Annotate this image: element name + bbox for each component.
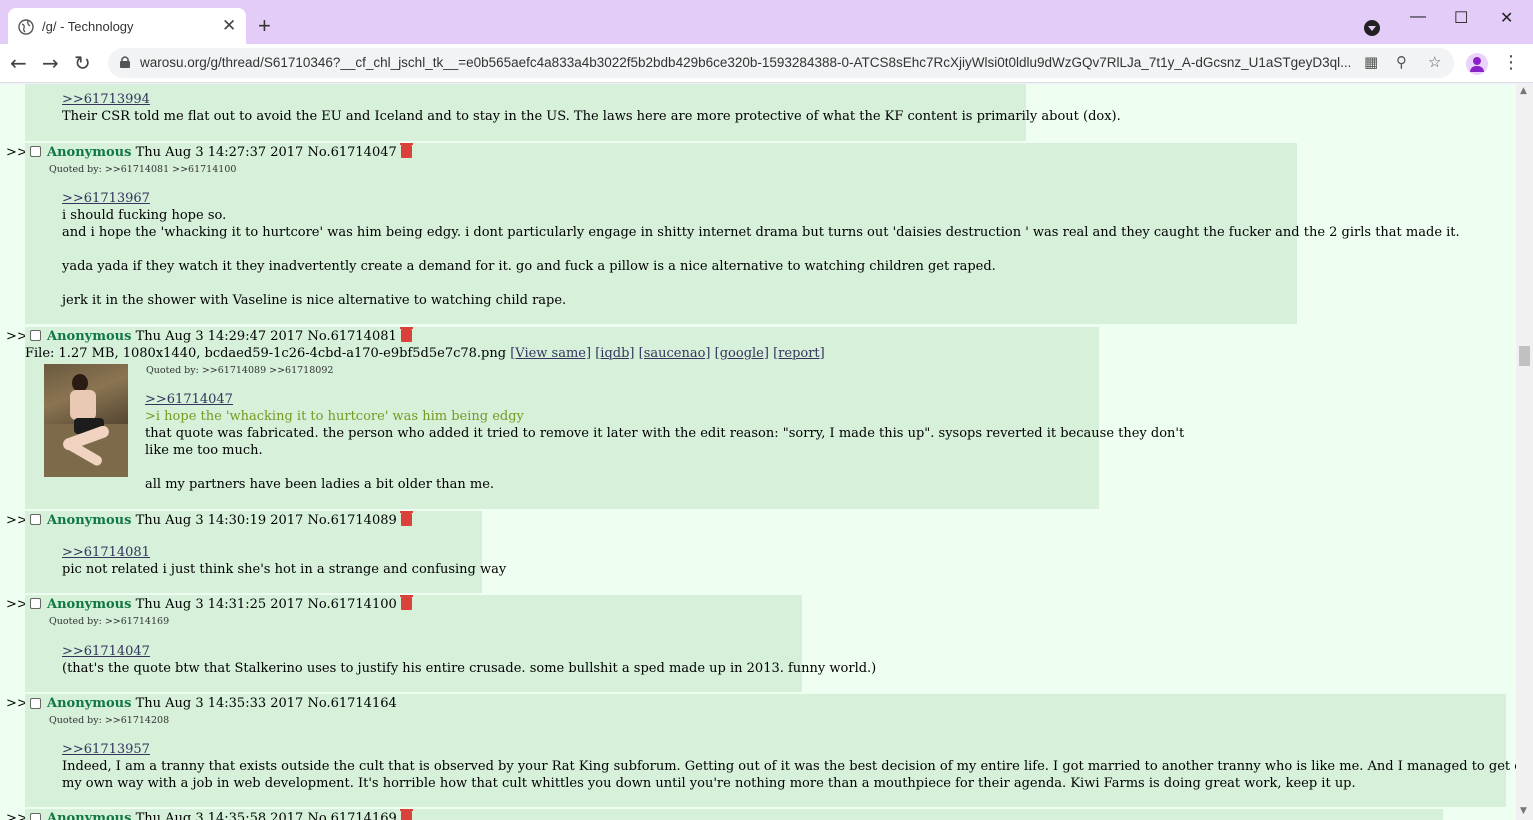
browser-toolbar: ← → ↻ warosu.org/g/thread/S61710346?__cf… xyxy=(0,44,1533,83)
post-header: Anonymous Thu Aug 3 14:35:58 2017 No.617… xyxy=(47,809,413,820)
post-partial: >>61713994 Their CSR told me flat out to… xyxy=(25,84,1121,141)
poster-name: Anonymous xyxy=(47,513,132,528)
window-close-button[interactable]: ✕ xyxy=(1500,8,1513,28)
post-number[interactable]: No.61714100 xyxy=(307,597,396,612)
thread-page: >>61713994 Their CSR told me flat out to… xyxy=(0,84,1516,820)
post-date: Thu Aug 3 14:35:33 2017 xyxy=(135,696,304,711)
quoted-by[interactable]: Quoted by: >>61714081 >>61714100 xyxy=(49,164,236,175)
file-info: File: 1.27 MB, 1080x1440, bcdaed59-1c26-… xyxy=(25,346,825,361)
view-same-link[interactable]: [View same] xyxy=(510,346,591,361)
post-text-line: pic not related i just think she's hot i… xyxy=(62,562,507,577)
poster-name: Anonymous xyxy=(47,597,132,612)
post-text: Their CSR told me flat out to avoid the … xyxy=(62,109,1121,124)
post-checkbox[interactable] xyxy=(30,146,41,157)
poster-name: Anonymous xyxy=(47,329,132,344)
post-header: Anonymous Thu Aug 3 14:29:47 2017 No.617… xyxy=(47,327,413,344)
zoom-icon[interactable]: ⚲ xyxy=(1396,53,1407,71)
quote-link[interactable]: >>61714047 xyxy=(62,644,150,659)
tab-search-icon[interactable] xyxy=(1364,20,1380,36)
post-number[interactable]: No.61714164 xyxy=(307,696,396,711)
quoted-by[interactable]: Quoted by: >>61714089 >>61718092 xyxy=(146,365,333,376)
post-number[interactable]: No.61714047 xyxy=(307,145,396,160)
trash-icon[interactable] xyxy=(399,595,413,610)
post-text-line: and i hope the 'whacking it to hurtcore'… xyxy=(62,225,1460,240)
trash-icon[interactable] xyxy=(399,809,413,820)
post-text-line: yada yada if they watch it they inadvert… xyxy=(62,259,996,274)
quoted-by[interactable]: Quoted by: >>61714169 xyxy=(49,616,169,627)
tab-strip: /g/ - Technology ✕ + — ☐ ✕ xyxy=(0,0,1533,44)
post-text-line: Indeed, I am a tranny that exists outsid… xyxy=(62,759,1516,774)
post-checkbox[interactable] xyxy=(30,330,41,341)
post-header: Anonymous Thu Aug 3 14:27:37 2017 No.617… xyxy=(47,143,413,160)
post-checkbox[interactable] xyxy=(30,598,41,609)
post-header: Anonymous Thu Aug 3 14:30:19 2017 No.617… xyxy=(47,511,413,528)
quote-link[interactable]: >>61713967 xyxy=(62,191,150,206)
poster-name: Anonymous xyxy=(47,811,132,820)
quote-link[interactable]: >>61714047 xyxy=(145,392,233,407)
scrollbar-thumb[interactable] xyxy=(1519,346,1530,366)
iqdb-link[interactable]: [iqdb] xyxy=(595,346,634,361)
new-tab-button[interactable]: + xyxy=(258,15,271,37)
quote-link[interactable]: >>61713957 xyxy=(62,742,150,757)
poster-name: Anonymous xyxy=(47,145,132,160)
trash-icon[interactable] xyxy=(399,143,413,158)
minimize-button[interactable]: — xyxy=(1410,8,1426,26)
post-text-line: that quote was fabricated. the person wh… xyxy=(145,426,1185,441)
greentext: >i hope the 'whacking it to hurtcore' wa… xyxy=(145,409,524,424)
trash-icon[interactable] xyxy=(399,327,413,342)
translate-icon[interactable]: ▦ xyxy=(1364,53,1378,71)
post-header: Anonymous Thu Aug 3 14:31:25 2017 No.617… xyxy=(47,595,413,612)
quoted-by[interactable]: Quoted by: >>61714208 xyxy=(49,715,169,726)
post-number[interactable]: No.61714169 xyxy=(307,811,396,820)
post-date: Thu Aug 3 14:29:47 2017 xyxy=(135,329,304,344)
vertical-scrollbar[interactable]: ▲ ▼ xyxy=(1516,84,1533,820)
post-date: Thu Aug 3 14:35:58 2017 xyxy=(135,811,304,820)
globe-icon xyxy=(18,19,34,35)
file-info-text: File: 1.27 MB, 1080x1440, bcdaed59-1c26-… xyxy=(25,346,507,361)
post-date: Thu Aug 3 14:31:25 2017 xyxy=(135,597,304,612)
tab-title: /g/ - Technology xyxy=(42,19,134,34)
scroll-up-icon[interactable]: ▲ xyxy=(1520,86,1527,96)
post-number[interactable]: No.61714081 xyxy=(307,329,396,344)
browser-menu-button[interactable]: ⋮ xyxy=(1502,52,1520,73)
post-date: Thu Aug 3 14:30:19 2017 xyxy=(135,513,304,528)
bookmark-star-icon[interactable]: ☆ xyxy=(1428,53,1441,71)
post-date: Thu Aug 3 14:27:37 2017 xyxy=(135,145,304,160)
post-image-thumbnail[interactable] xyxy=(44,364,128,477)
active-tab[interactable]: /g/ - Technology ✕ xyxy=(8,8,246,44)
tab-close-icon[interactable]: ✕ xyxy=(222,16,236,36)
poster-name: Anonymous xyxy=(47,696,132,711)
post-text-line: i should fucking hope so. xyxy=(62,208,227,223)
back-button[interactable]: ← xyxy=(10,51,27,75)
post-checkbox[interactable] xyxy=(30,514,41,525)
post-text-line: (that's the quote btw that Stalkerino us… xyxy=(62,661,877,676)
post-number[interactable]: No.61714089 xyxy=(307,513,396,528)
url-text[interactable]: warosu.org/g/thread/S61710346?__cf_chl_j… xyxy=(140,55,1350,70)
reload-button[interactable]: ↻ xyxy=(74,51,91,75)
maximize-button[interactable]: ☐ xyxy=(1454,8,1468,28)
forward-button[interactable]: → xyxy=(42,51,59,75)
quote-link[interactable]: >>61714081 xyxy=(62,545,150,560)
scroll-down-icon[interactable]: ▼ xyxy=(1520,806,1527,816)
google-link[interactable]: [google] xyxy=(715,346,769,361)
post-checkbox[interactable] xyxy=(30,698,41,709)
profile-avatar[interactable] xyxy=(1466,53,1488,75)
report-link[interactable]: [report] xyxy=(773,346,825,361)
lock-icon xyxy=(120,56,130,68)
address-bar[interactable]: warosu.org/g/thread/S61710346?__cf_chl_j… xyxy=(108,48,1454,78)
post-text-line: like me too much. xyxy=(145,443,263,458)
post-header: Anonymous Thu Aug 3 14:35:33 2017 No.617… xyxy=(47,696,397,711)
quote-link[interactable]: >>61713994 xyxy=(62,92,150,107)
post-text-line: my own way with a job in web development… xyxy=(62,776,1356,791)
post-checkbox[interactable] xyxy=(30,813,41,820)
trash-icon[interactable] xyxy=(399,511,413,526)
post-text-line: all my partners have been ladies a bit o… xyxy=(145,477,495,492)
post-text-line: jerk it in the shower with Vaseline is n… xyxy=(62,293,567,308)
saucenao-link[interactable]: [saucenao] xyxy=(639,346,711,361)
